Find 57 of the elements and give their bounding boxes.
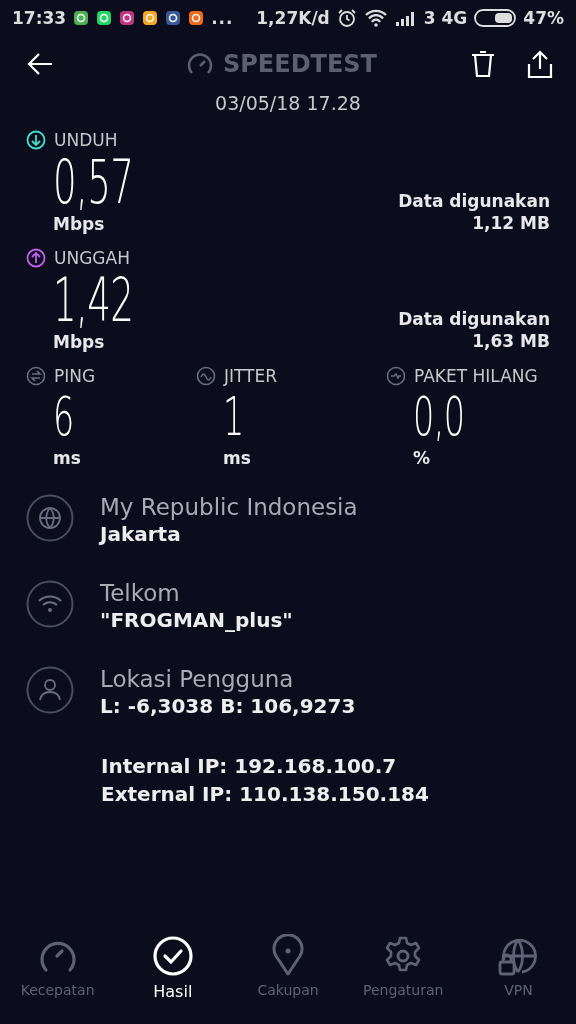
info-title: Telkom bbox=[100, 580, 181, 606]
app-notification-icon bbox=[119, 10, 136, 26]
check-circle-icon bbox=[150, 934, 195, 978]
data-used-label: Data digunakan bbox=[398, 190, 550, 212]
speed-value: 0,57 bbox=[53, 150, 134, 214]
app-notification-icon bbox=[73, 10, 90, 26]
ping-icon bbox=[26, 366, 46, 386]
globe-icon bbox=[26, 494, 74, 542]
metric-value: 6 bbox=[53, 386, 75, 448]
metric-label: JITTER bbox=[224, 366, 278, 386]
speed-unit: Mbps bbox=[53, 332, 106, 352]
info-title: My Republic Indonesia bbox=[100, 494, 358, 520]
battery-icon bbox=[474, 9, 517, 27]
wifi-icon bbox=[363, 9, 388, 27]
app-notification-icon bbox=[188, 10, 205, 26]
nav-tab[interactable]: Cakupan bbox=[230, 934, 346, 998]
more-notifications: ... bbox=[211, 8, 234, 28]
metric-label: PAKET HILANG bbox=[414, 366, 538, 386]
data-used-label: Data digunakan bbox=[398, 308, 550, 330]
speed-value: 1,42 bbox=[53, 268, 134, 332]
metric-label: PING bbox=[54, 366, 96, 386]
signal-icon bbox=[394, 10, 417, 26]
speed-unit: Mbps bbox=[53, 214, 106, 234]
info-title: Lokasi Pengguna bbox=[100, 666, 295, 692]
nav-tab[interactable]: Hasil bbox=[115, 934, 231, 1001]
nav-tab[interactable]: Pengaturan bbox=[345, 934, 461, 998]
ip-address: External IP: 110.138.150.184 bbox=[101, 781, 430, 808]
result-label: UNDUH bbox=[54, 130, 118, 150]
test-datetime: 03/05/18 17.28 bbox=[215, 92, 361, 114]
status-time: 17:33 bbox=[12, 8, 67, 28]
wifi-icon bbox=[26, 580, 74, 628]
result-label: UNGGAH bbox=[54, 248, 130, 268]
metric-value: 0,0 bbox=[413, 386, 466, 448]
app-notification-icon bbox=[142, 10, 159, 26]
user-icon bbox=[26, 666, 74, 714]
battery-percent: 47% bbox=[523, 8, 564, 28]
ip-address: Internal IP: 192.168.100.7 bbox=[101, 753, 398, 780]
info-detail: "FROGMAN_plus" bbox=[100, 608, 293, 632]
data-used-value: 1,12 MB bbox=[472, 212, 550, 234]
info-detail: L: -6,3038 B: 106,9273 bbox=[100, 694, 356, 718]
metric-unit: % bbox=[413, 448, 432, 468]
metric-value: 1 bbox=[223, 386, 244, 448]
info-detail: Jakarta bbox=[100, 522, 182, 546]
network-speed: 1,27K/d bbox=[256, 8, 330, 28]
gauge-icon bbox=[187, 53, 213, 75]
app-notification-icon bbox=[165, 10, 182, 26]
data-used-value: 1,63 MB bbox=[472, 330, 550, 352]
app-notification-icon bbox=[96, 10, 113, 26]
packet-loss-icon bbox=[386, 366, 406, 386]
app-title: SPEEDTEST bbox=[223, 50, 377, 78]
nav-tab[interactable]: Kecepatan bbox=[0, 934, 116, 998]
network-type: 3 4G bbox=[423, 8, 468, 28]
nav-tab[interactable]: VPN bbox=[460, 934, 576, 998]
metric-unit: ms bbox=[223, 448, 252, 468]
wave-icon bbox=[196, 366, 216, 386]
alarm-icon bbox=[336, 8, 357, 28]
metric-unit: ms bbox=[53, 448, 82, 468]
